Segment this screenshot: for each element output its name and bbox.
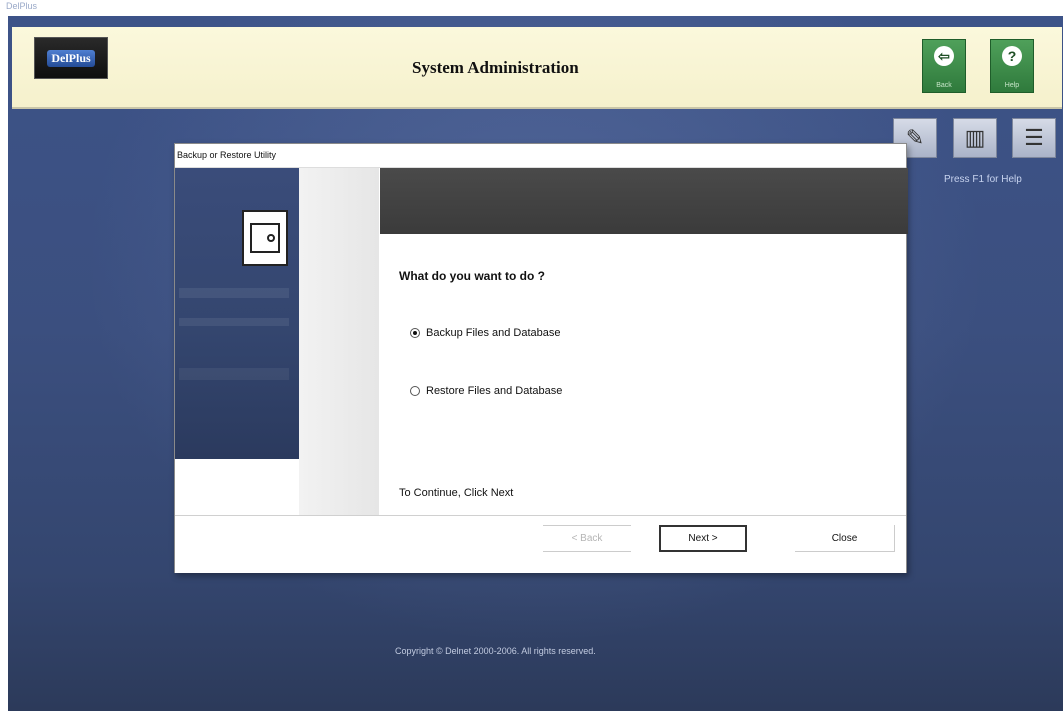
copyright-text: Copyright © Delnet 2000-2006. All rights… [395,646,596,656]
restore-option[interactable]: Restore Files and Database [410,385,562,397]
dialog-question: What do you want to do ? [399,269,545,283]
dialog-footer: < Back Next > Close [175,515,906,573]
continue-instruction: To Continue, Click Next [399,487,514,499]
safe-door [250,223,280,253]
backup-radio[interactable] [410,328,420,338]
dialog-side-gutter [299,168,379,515]
back-button[interactable]: ⇦ Back [922,39,966,93]
restore-radio[interactable] [410,386,420,396]
question-icon: ? [1002,46,1022,66]
help-hint: Press F1 for Help [944,174,1022,185]
back-step-button[interactable]: < Back [543,525,631,552]
list-tool-button[interactable]: ☰ [1012,118,1056,158]
panel-stripe [179,288,289,298]
safe-icon [242,210,288,266]
next-button[interactable]: Next > [659,525,747,552]
backup-option-label: Backup Files and Database [426,327,561,339]
books-icon: ▥ [964,125,986,150]
help-button[interactable]: ? Help [990,39,1034,93]
logo-text: DelPlus [47,49,95,67]
books-tool-button[interactable]: ▥ [953,118,997,158]
window-title: DelPlus [6,1,38,11]
dialog-side-panel [175,168,299,459]
dialog-title: Backup or Restore Utility [175,144,906,168]
dialog-banner [380,168,908,234]
backup-restore-dialog: Backup or Restore Utility What do you wa… [174,143,908,573]
panel-stripe [179,318,289,326]
back-button-label: Back [936,82,952,89]
panel-stripe [179,368,289,380]
app-logo: DelPlus [34,37,108,79]
app-header: DelPlus System Administration ⇦ Back ? H… [12,27,1062,109]
help-button-label: Help [1004,82,1020,89]
page-title: System Administration [412,58,579,77]
edit-card-icon: ✎ [905,125,925,150]
close-button[interactable]: Close [795,525,895,552]
backup-option[interactable]: Backup Files and Database [410,327,561,339]
list-icon: ☰ [1024,125,1044,150]
arrow-left-icon: ⇦ [934,46,954,66]
restore-option-label: Restore Files and Database [426,385,563,397]
